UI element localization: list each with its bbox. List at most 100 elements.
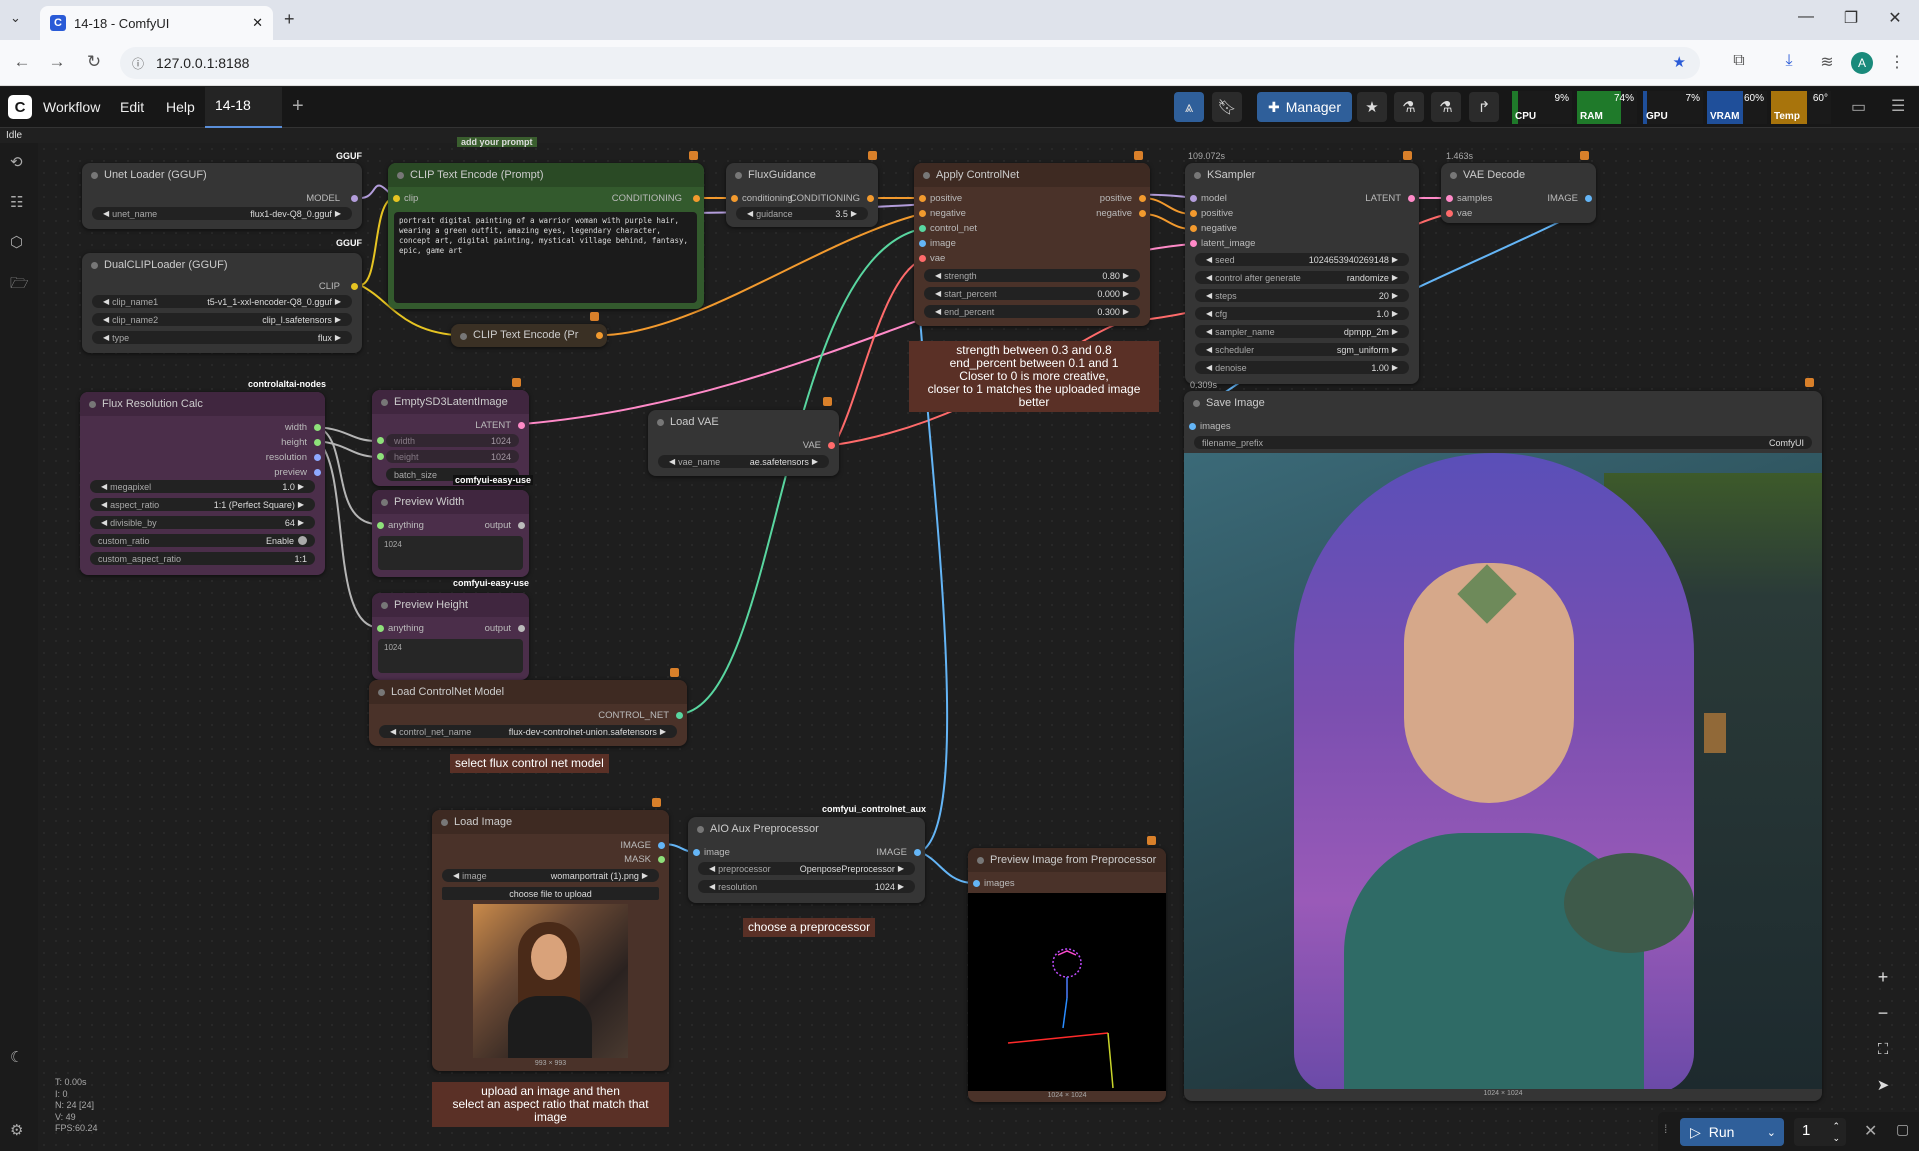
upload-button[interactable]: choose file to upload [442,887,659,900]
widget-resolution[interactable]: ◀ resolution 1024 ▶ [698,880,915,893]
node-title[interactable]: EmptySD3LatentImage [372,390,529,414]
node-title[interactable]: Apply ControlNet [914,163,1150,187]
widget-image-file[interactable]: ◀ image womanportrait (1).png ▶ [442,869,659,882]
input-slot-samples[interactable] [1446,195,1453,202]
output-slot[interactable] [828,442,835,449]
bookmark-star-icon[interactable]: ★ [1673,53,1686,71]
node-title[interactable]: Load VAE [648,410,839,434]
output-slot-width[interactable] [314,424,321,431]
node-empty-sd3-latent[interactable]: EmptySD3LatentImage LATENT width 1024 hei… [372,390,529,486]
widget-cfg[interactable]: ◀ cfg 1.0 ▶ [1195,307,1409,320]
comfyui-logo[interactable]: C [8,95,32,119]
input-slot-vae[interactable] [1446,210,1453,217]
widget-strength[interactable]: ◀ strength 0.80 ▶ [924,269,1140,282]
close-tab-icon[interactable]: ✕ [252,15,263,31]
model-library-icon[interactable]: ⬡ [10,233,23,251]
node-title[interactable]: Load Image [432,810,669,834]
menu-workflow[interactable]: Workflow [43,99,100,115]
input-slot-image[interactable] [919,240,926,247]
profile-avatar[interactable]: A [1851,52,1873,74]
widget-custom-aspect-ratio[interactable]: custom_aspect_ratio 1:1 [90,552,315,565]
reload-icon[interactable]: ↻ [82,52,106,72]
output-slot[interactable] [693,195,700,202]
fit-view-icon[interactable]: ⛶ [1868,1034,1898,1064]
widget-clip-name1[interactable]: ◀ clip_name1 t5-v1_1-xxl-encoder-Q8_0.gguf… [92,295,352,308]
site-info-icon[interactable]: ⓘ [132,55,144,72]
node-load-controlnet[interactable]: Load ControlNet Model CONTROL_NET ◀ contr… [369,680,687,746]
node-title[interactable]: AIO Aux Preprocessor [688,817,925,841]
bookmark-icon[interactable]: 🔖︎ [1212,92,1242,122]
back-icon[interactable]: ← [10,52,34,72]
menu-edit[interactable]: Edit [120,99,144,115]
node-title[interactable]: Preview Image from Preprocessor [968,848,1166,872]
node-load-vae[interactable]: Load VAE VAE ◀ vae_name ae.safetensors ▶ [648,410,839,476]
input-slot[interactable] [693,849,700,856]
node-aio-aux-preprocessor[interactable]: AIO Aux Preprocessor image IMAGE ◀ prepro… [688,817,925,903]
share-icon[interactable]: ↱ [1469,92,1499,122]
input-slot[interactable] [377,522,384,529]
input-slot[interactable] [1189,423,1196,430]
output-slot[interactable] [676,712,683,719]
node-title[interactable]: DualCLIPLoader (GGUF) [82,253,362,277]
input-slot-vae[interactable] [919,255,926,262]
widget-preprocessor[interactable]: ◀ preprocessor OpenposePreprocessor ▶ [698,862,915,875]
workflow-tab[interactable]: 14-18 [205,87,282,128]
output-slot[interactable] [351,283,358,290]
queue-icon[interactable]: ☷ [10,193,23,211]
node-flux-guidance[interactable]: FluxGuidance conditioning CONDITIONING ◀… [726,163,878,227]
node-title[interactable]: KSampler [1185,163,1419,187]
widget-clip-name2[interactable]: ◀ clip_name2 clip_l.safetensors ▶ [92,313,352,326]
url-field[interactable]: ⓘ 127.0.0.1:8188 ★ [120,47,1700,79]
input-slot-positive[interactable] [1190,210,1197,217]
input-slot-latent[interactable] [1190,240,1197,247]
node-unet-loader[interactable]: Unet Loader (GGUF) MODEL ◀ unet_name flux1… [82,163,362,229]
widget-vae-name[interactable]: ◀ vae_name ae.safetensors ▶ [658,455,829,468]
output-slot[interactable] [518,625,525,632]
browser-menu-icon[interactable]: ⋮ [1885,52,1909,72]
minimize-icon[interactable]: — [1791,8,1821,26]
widget-end-percent[interactable]: ◀ end_percent 0.300 ▶ [924,305,1140,318]
pointer-icon[interactable]: ➤ [1868,1070,1898,1100]
widget-start-percent[interactable]: ◀ start_percent 0.000 ▶ [924,287,1140,300]
input-slot[interactable] [377,625,384,632]
prompt-textarea[interactable]: portrait digital painting of a warrior w… [394,212,697,303]
node-clip-text-encode[interactable]: CLIP Text Encode (Prompt) clip CONDITION… [388,163,704,309]
extensions-icon[interactable]: ⧉ [1727,52,1751,70]
widget-control-after-generate[interactable]: ◀ control after generate randomize ▶ [1195,271,1409,284]
menu-help[interactable]: Help [166,99,195,115]
input-slot-height[interactable] [377,453,384,460]
forward-icon[interactable]: → [45,52,69,72]
input-slot-model[interactable] [1190,195,1197,202]
widget-denoise[interactable]: ◀ denoise 1.00 ▶ [1195,361,1409,374]
node-title[interactable]: Preview Height [372,593,529,617]
widget-megapixel[interactable]: ◀ megapixel 1.0 ▶ [90,480,315,493]
output-slot[interactable] [518,422,525,429]
node-vae-decode[interactable]: VAE Decode samples vae IMAGE [1441,163,1596,223]
node-title[interactable]: Flux Resolution Calc [80,392,325,416]
input-slot[interactable] [731,195,738,202]
settings-icon[interactable]: ⚙ [10,1121,23,1139]
queue-panel-icon[interactable]: ▢ [1896,1121,1909,1138]
run-mode-dropdown-icon[interactable]: ⌄ [1767,1126,1776,1139]
output-slot[interactable] [1585,195,1592,202]
workflows-icon[interactable]: 🗁︎ [10,273,29,298]
input-slot-negative[interactable] [919,210,926,217]
zoom-out-icon[interactable]: − [1868,998,1898,1028]
widget-custom-ratio-toggle[interactable]: custom_ratio Enable [90,534,315,547]
input-slot-negative[interactable] [1190,225,1197,232]
batch-count-input[interactable]: 1 ⌃ ⌄ [1794,1118,1846,1146]
widget-seed[interactable]: ◀ seed 1024653940269148 ▶ [1195,253,1409,266]
node-title[interactable]: Load ControlNet Model [369,680,687,704]
node-title[interactable]: VAE Decode [1441,163,1596,187]
output-slot-preview[interactable] [314,469,321,476]
widget-scheduler[interactable]: ◀ scheduler sgm_uniform ▶ [1195,343,1409,356]
node-load-image[interactable]: Load Image IMAGE MASK ◀ image womanportrai… [432,810,669,1071]
node-preview-width[interactable]: Preview Width anything output 1024 [372,490,529,577]
widget-steps[interactable]: ◀ steps 20 ▶ [1195,289,1409,302]
comfy-flow-icon[interactable]: ⩓ [1174,92,1204,122]
output-slot[interactable] [1139,195,1146,202]
close-window-icon[interactable]: ✕ [1880,8,1910,28]
output-slot-image[interactable] [658,842,665,849]
widget-guidance[interactable]: ◀ guidance 3.5 ▶ [736,207,868,220]
node-ksampler[interactable]: KSampler model positive negative latent_… [1185,163,1419,384]
